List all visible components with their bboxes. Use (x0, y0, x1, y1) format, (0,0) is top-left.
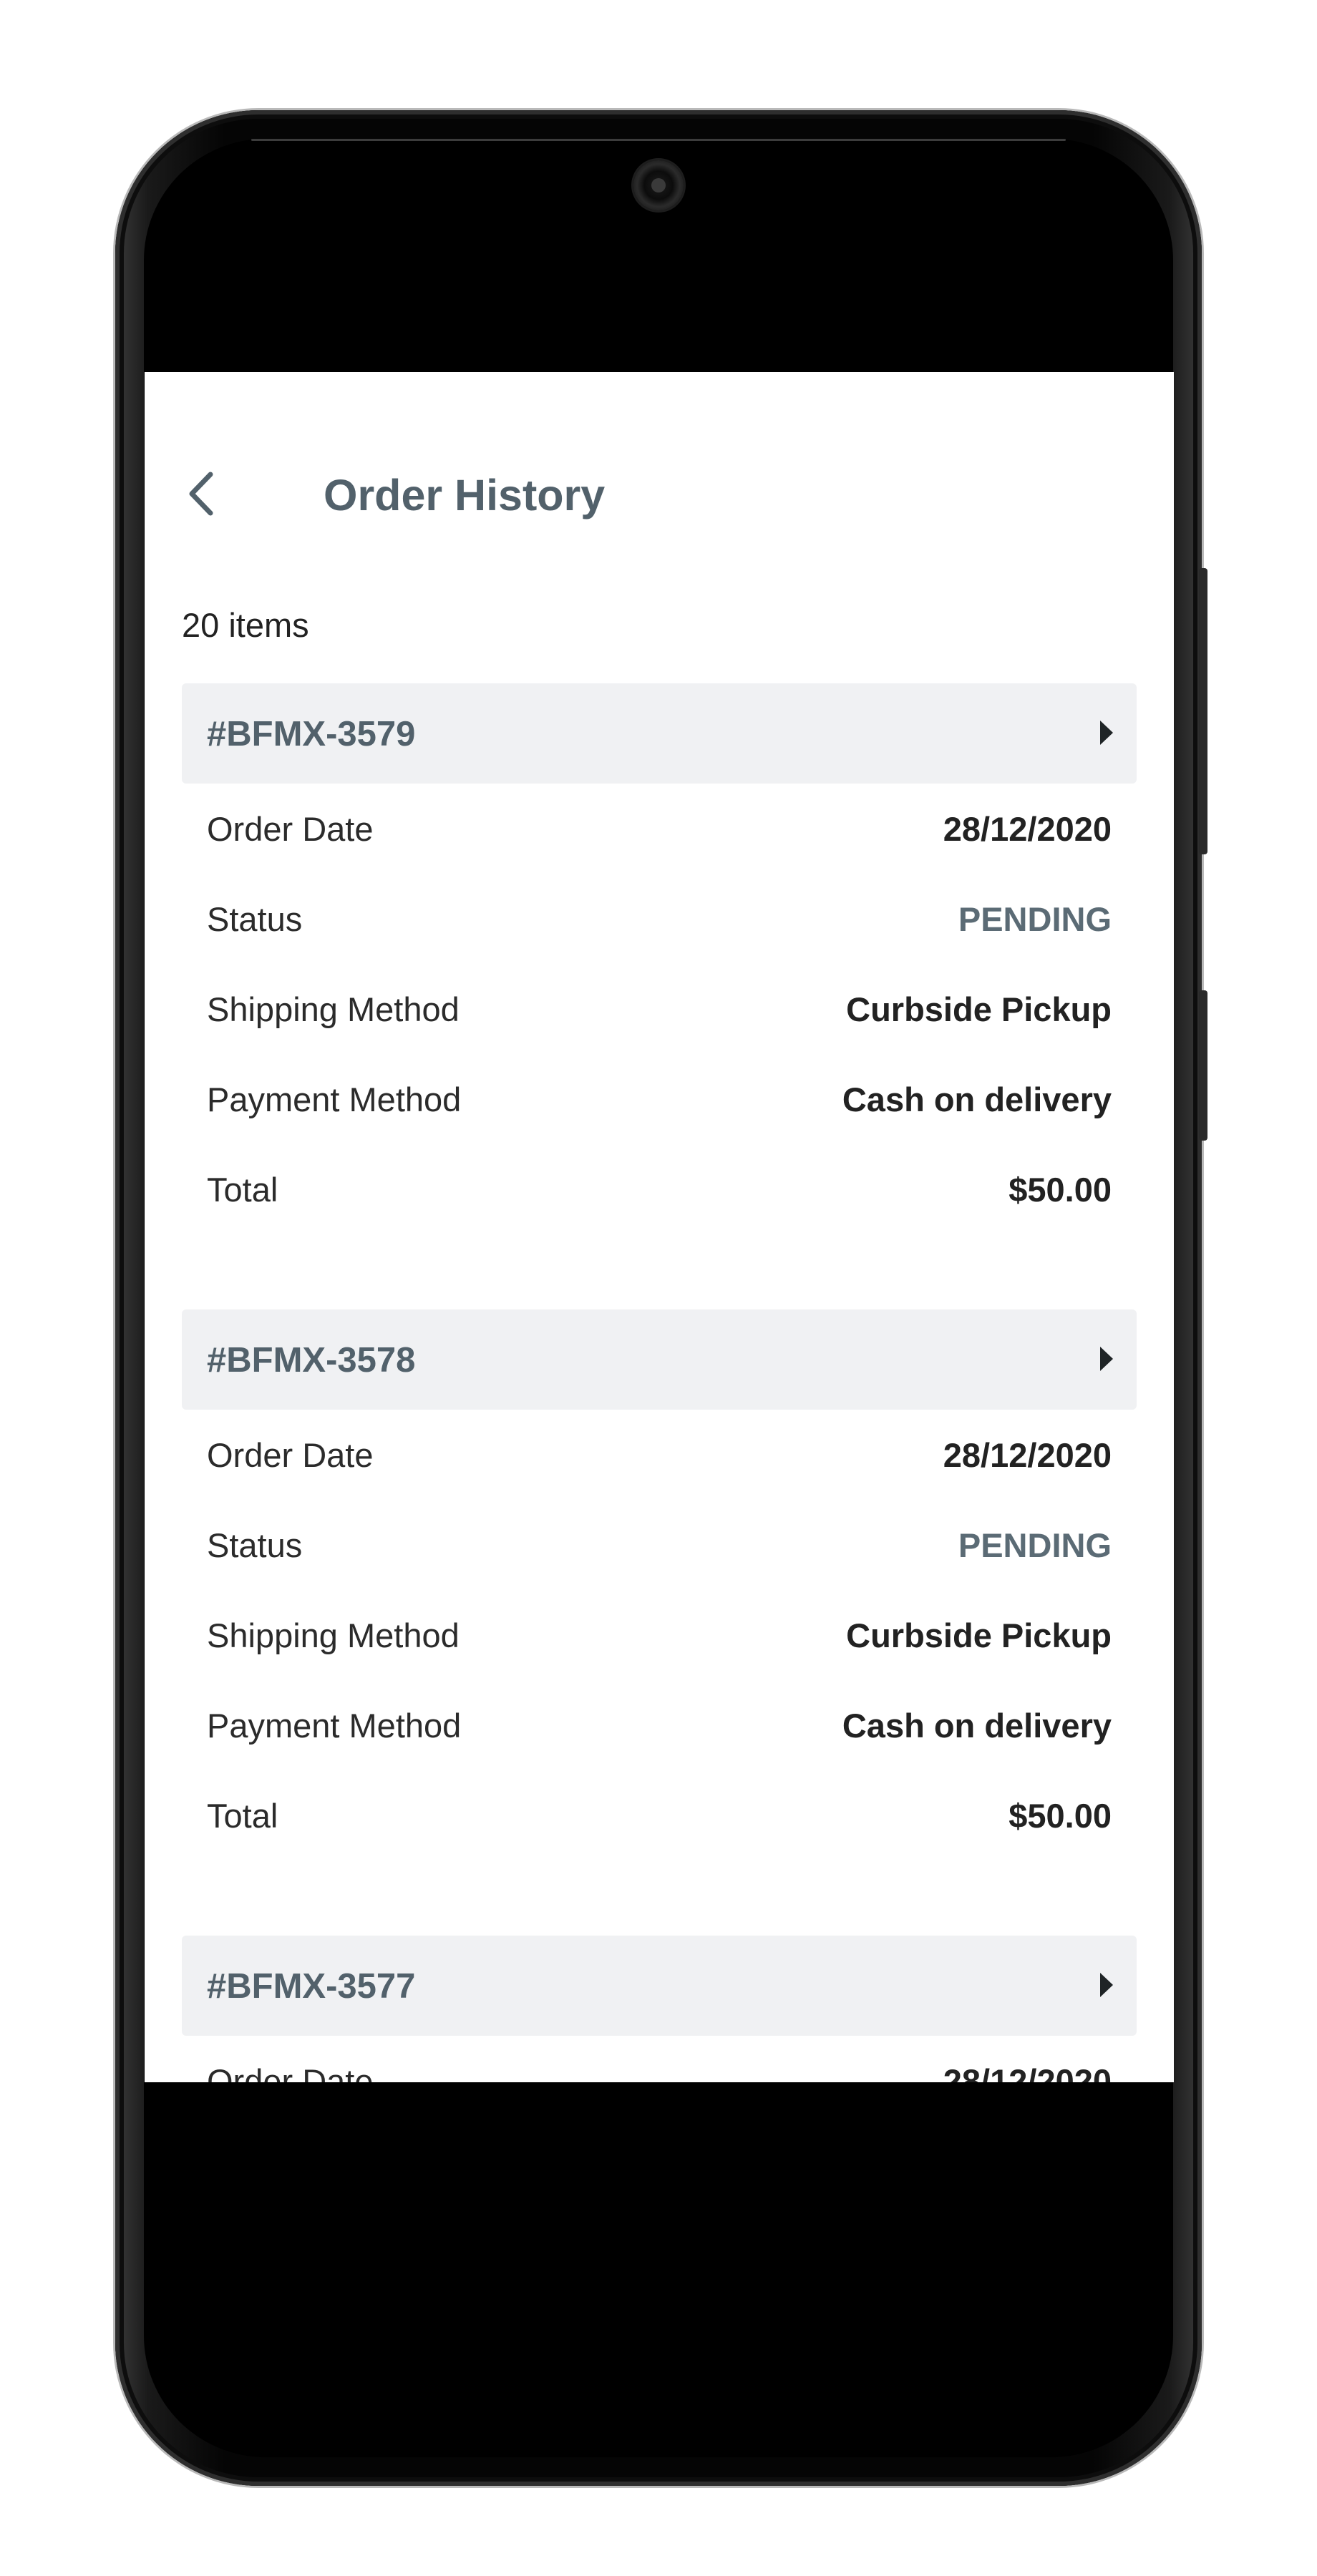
chevron-left-icon (189, 472, 213, 516)
order-detail-row: Shipping Method Curbside Pickup (182, 964, 1137, 1054)
order-detail-row: Status PENDING (182, 1500, 1137, 1590)
detail-value: $50.00 (1009, 1797, 1112, 1835)
order-detail-row: Total $50.00 (182, 1144, 1137, 1234)
detail-value: 28/12/2020 (943, 810, 1112, 848)
detail-label: Order Date (207, 810, 374, 848)
order-detail-row: Order Date 28/12/2020 (182, 1410, 1137, 1500)
order-detail-row: Total $50.00 (182, 1770, 1137, 1860)
volume-button (1199, 568, 1207, 854)
detail-value: Cash on delivery (842, 1080, 1112, 1118)
order-header[interactable]: #BFMX-3578 (182, 1309, 1137, 1410)
detail-label: Status (207, 900, 303, 938)
status-value: PENDING (958, 1526, 1112, 1564)
order-header[interactable]: #BFMX-3577 (182, 1936, 1137, 2036)
detail-label: Shipping Method (207, 1616, 460, 1654)
detail-label: Payment Method (207, 1080, 462, 1118)
order-card: #BFMX-3577 Order Date 28/12/2020 (182, 1936, 1137, 2082)
detail-label: Order Date (207, 1436, 374, 1474)
order-card: #BFMX-3578 Order Date 28/12/2020 Status PEND… (182, 1309, 1137, 1860)
page-title: Order History (324, 471, 606, 519)
detail-value: 28/12/2020 (943, 1436, 1112, 1474)
detail-value: Curbside Pickup (846, 1616, 1112, 1654)
caret-right-icon (1100, 1973, 1113, 1997)
order-id: #BFMX-3577 (207, 1967, 416, 2006)
front-camera (633, 160, 684, 210)
caret-right-icon (1100, 1347, 1113, 1371)
phone-frame: Order History 20 items #BFMX-3579 Order D… (115, 110, 1207, 2486)
order-list: #BFMX-3579 Order Date 28/12/2020 Status PEND… (182, 683, 1137, 2082)
detail-value: Cash on delivery (842, 1707, 1112, 1745)
order-detail-row: Status PENDING (182, 874, 1137, 964)
order-detail-row: Payment Method Cash on delivery (182, 1054, 1137, 1144)
order-card: #BFMX-3579 Order Date 28/12/2020 Status PEND… (182, 683, 1137, 1234)
caret-right-icon (1100, 721, 1113, 745)
detail-label: Payment Method (207, 1707, 462, 1745)
order-detail-row: Shipping Method Curbside Pickup (182, 1590, 1137, 1680)
order-detail-row: Order Date 28/12/2020 (182, 2036, 1137, 2082)
item-count: 20 items (182, 606, 309, 644)
order-id: #BFMX-3578 (207, 1341, 416, 1380)
app-screen: Order History 20 items #BFMX-3579 Order D… (145, 372, 1174, 2082)
order-detail-row: Order Date 28/12/2020 (182, 784, 1137, 874)
back-button[interactable] (179, 469, 229, 519)
detail-value: $50.00 (1009, 1171, 1112, 1209)
detail-value: Curbside Pickup (846, 990, 1112, 1028)
status-value: PENDING (958, 900, 1112, 938)
detail-label: Total (207, 1171, 278, 1209)
detail-label: Status (207, 1526, 303, 1564)
detail-label: Total (207, 1797, 278, 1835)
power-button (1199, 990, 1207, 1141)
order-detail-row: Payment Method Cash on delivery (182, 1680, 1137, 1770)
earpiece-speaker (251, 139, 1066, 141)
detail-label: Order Date (207, 2062, 374, 2082)
order-header[interactable]: #BFMX-3579 (182, 683, 1137, 784)
detail-value: 28/12/2020 (943, 2062, 1112, 2082)
order-id: #BFMX-3579 (207, 715, 416, 753)
detail-label: Shipping Method (207, 990, 460, 1028)
app-bar: Order History (145, 372, 1174, 558)
